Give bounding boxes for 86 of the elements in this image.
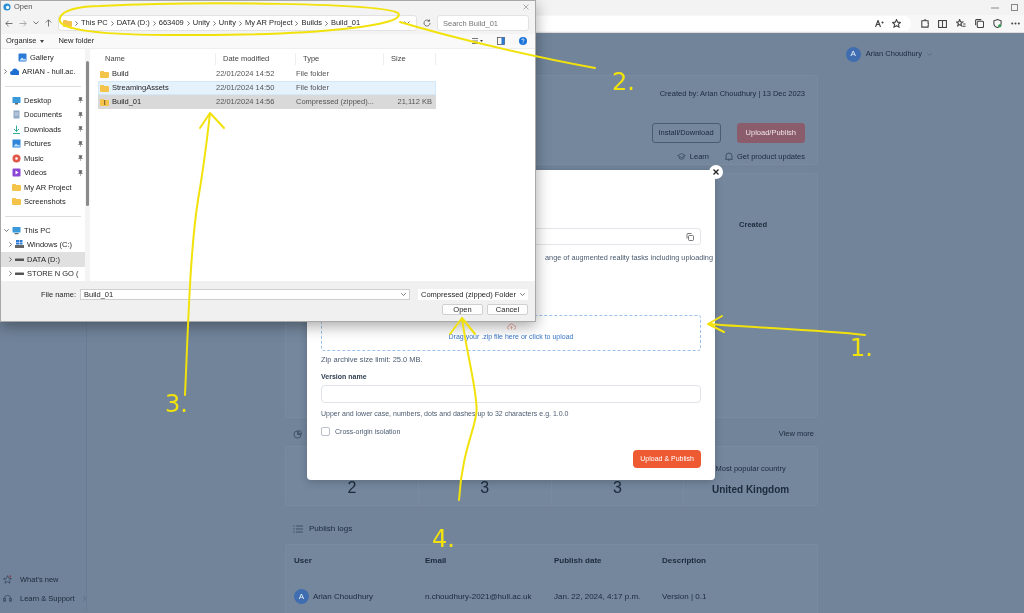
section-title: Publish logs — [309, 523, 353, 535]
refresh-icon[interactable] — [423, 19, 431, 27]
star-icon[interactable] — [892, 19, 901, 28]
stat-number: 3 — [480, 479, 490, 497]
chevron-icon — [295, 20, 299, 26]
music-icon — [12, 153, 21, 163]
back-arrow-icon[interactable] — [5, 19, 13, 27]
zip-folder-icon — [100, 97, 109, 107]
annotation-number: 3. — [165, 390, 188, 418]
chevron-icon — [238, 20, 242, 26]
folder-icon — [100, 69, 109, 79]
copy-icon[interactable] — [686, 232, 694, 241]
chevron-down-icon — [520, 293, 525, 297]
chevron-right-icon[interactable] — [9, 256, 12, 262]
maximize-icon[interactable] — [1011, 4, 1018, 11]
split-screen-icon[interactable] — [938, 19, 947, 28]
annotation-number: 4. — [432, 525, 455, 553]
pin-icon[interactable] — [78, 97, 83, 104]
checkbox[interactable] — [321, 427, 330, 436]
cloud-icon — [10, 67, 19, 77]
document-icon — [12, 110, 21, 120]
version-name-field[interactable] — [321, 385, 701, 403]
chevron-icon — [75, 20, 78, 26]
stat-number: 2 — [347, 479, 357, 497]
pie-chart-icon — [293, 429, 302, 439]
star-icon[interactable] — [3, 574, 12, 584]
folder-icon — [100, 83, 109, 93]
chevron-icon — [186, 20, 190, 26]
user-avatar: A — [294, 589, 309, 604]
collections-icon[interactable] — [975, 19, 984, 28]
chevron-right-icon[interactable] — [9, 242, 12, 248]
bell-icon[interactable] — [725, 151, 734, 161]
chevron-right-icon[interactable] — [9, 271, 12, 277]
folder-icon — [63, 19, 72, 27]
list-icon — [293, 525, 303, 533]
pin-icon[interactable] — [78, 169, 83, 176]
user-avatar: A — [845, 46, 861, 62]
chevron-right-icon[interactable] — [4, 69, 7, 75]
annotation-number: 1. — [850, 334, 873, 362]
view-menu-icon[interactable] — [472, 38, 483, 44]
picture-icon — [12, 139, 21, 149]
download-icon — [12, 124, 21, 134]
pin-icon[interactable] — [78, 111, 83, 118]
video-icon — [12, 168, 21, 178]
table-cell: n.choudhury-2021@hull.ac.uk — [425, 590, 532, 603]
chevron-down-icon[interactable] — [33, 21, 39, 25]
headset-icon[interactable] — [3, 593, 12, 603]
help-icon[interactable] — [519, 37, 527, 45]
close-icon — [713, 169, 719, 175]
pin-icon[interactable] — [78, 155, 83, 162]
stat-value: United Kingdom — [712, 483, 790, 497]
chevron-icon — [324, 20, 328, 26]
shield-icon[interactable] — [993, 19, 1002, 28]
favorites-icon[interactable] — [956, 19, 966, 28]
annotation-number: 2. — [612, 68, 635, 96]
pin-icon[interactable] — [78, 140, 83, 147]
column-header: User — [294, 555, 313, 567]
pin-icon[interactable] — [78, 126, 83, 133]
chevron-icon — [110, 20, 114, 26]
close-button[interactable] — [709, 165, 723, 179]
more-icon[interactable] — [1011, 22, 1020, 25]
drive-icon — [15, 240, 24, 250]
caret-icon[interactable] — [40, 39, 45, 43]
chevron-down-icon[interactable] — [4, 228, 9, 232]
column-header: Description — [662, 555, 707, 567]
chevron-icon — [152, 20, 156, 26]
chevron-icon — [212, 20, 216, 26]
computer-icon — [12, 225, 21, 235]
preview-pane-icon[interactable] — [497, 37, 505, 45]
up-arrow-icon[interactable] — [45, 19, 52, 27]
chevron-down-icon — [401, 293, 406, 297]
table-cell: Arian Choudhury — [313, 590, 374, 603]
gallery-icon — [18, 52, 27, 62]
folder-icon — [12, 197, 21, 207]
table-cell: Jan. 22, 2024, 4:17 p.m. — [554, 590, 641, 603]
extension-icon[interactable] — [920, 19, 929, 28]
stat-number: 3 — [612, 479, 622, 497]
column-header: Email — [425, 555, 448, 567]
folder-icon — [12, 182, 21, 192]
table-cell: Version | 0.1 — [662, 590, 707, 603]
column-header: Publish date — [554, 555, 603, 567]
read-aloud-icon[interactable] — [875, 20, 884, 27]
cloud-upload-icon — [506, 323, 516, 331]
chevron-down-icon[interactable] — [404, 21, 410, 25]
desktop-icon — [12, 95, 21, 105]
scrollbar-thumb[interactable] — [86, 61, 89, 206]
